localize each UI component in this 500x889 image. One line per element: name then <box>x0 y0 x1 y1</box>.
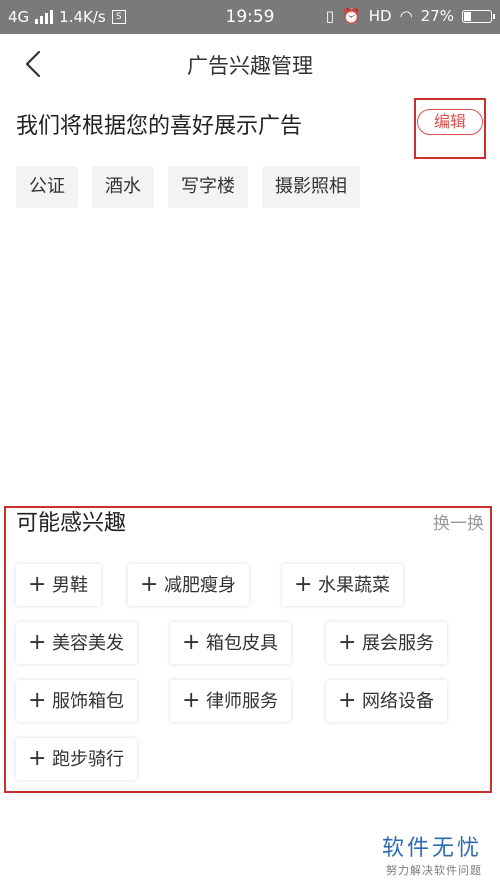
plus-icon: + <box>338 630 357 655</box>
chip-label: 水果蔬菜 <box>318 575 390 596</box>
watermark-subtitle: 努力解决软件问题 <box>386 864 482 877</box>
suggestion-chip[interactable]: + 跑步骑行 <box>16 738 137 780</box>
chip-label: 箱包皮具 <box>206 633 278 654</box>
nav-bar: 广告兴趣管理 <box>0 34 500 94</box>
chip-label: 减肥瘦身 <box>164 575 236 596</box>
chip-label: 律师服务 <box>206 691 278 712</box>
wifi-icon: ◠ <box>399 7 413 25</box>
page-title: 广告兴趣管理 <box>187 54 313 78</box>
suggestion-chip[interactable]: + 男鞋 <box>16 564 101 606</box>
refresh-button[interactable]: 换一换 <box>433 509 484 534</box>
chip-label: 男鞋 <box>52 575 88 596</box>
chip-label: 服饰箱包 <box>52 691 124 712</box>
watermark-title: 软件无忧 <box>381 836 482 861</box>
interests-headline: 我们将根据您的喜好展示广告 <box>16 114 303 139</box>
battery-percent: 27% <box>420 7 454 25</box>
suggestion-chip[interactable]: + 减肥瘦身 <box>128 564 249 606</box>
plus-icon: + <box>28 688 47 713</box>
suggestion-chip[interactable]: + 展会服务 <box>326 622 447 664</box>
suggestion-chip[interactable]: + 律师服务 <box>170 680 291 722</box>
plus-icon: + <box>294 572 313 597</box>
vibrate-icon: ▯ <box>325 7 335 25</box>
watermark: 软件无忧 努力解决软件问题 <box>382 830 482 878</box>
chip-label: 网络设备 <box>362 691 434 712</box>
interest-tag: 摄影照相 <box>262 166 360 208</box>
interest-tag: 公证 <box>16 166 78 208</box>
chip-label: 展会服务 <box>362 633 434 654</box>
interest-tag: 写字楼 <box>168 166 248 208</box>
plus-icon: + <box>182 630 201 655</box>
hd-label: HD <box>368 7 392 25</box>
suggestions-title: 可能感兴趣 <box>16 511 127 536</box>
plus-icon: + <box>338 688 357 713</box>
plus-icon: + <box>28 746 47 771</box>
suggestion-chip[interactable]: + 箱包皮具 <box>170 622 291 664</box>
battery-icon <box>462 9 495 23</box>
interest-tag-list: 公证 酒水 写字楼 摄影照相 <box>16 166 360 208</box>
edit-highlight-box <box>414 98 486 159</box>
alarm-icon: ⏰ <box>342 7 361 25</box>
plus-icon: + <box>28 630 47 655</box>
interest-tag: 酒水 <box>92 166 154 208</box>
chip-label: 美容美发 <box>52 633 124 654</box>
chip-label: 跑步骑行 <box>52 749 124 770</box>
suggestion-chip[interactable]: + 美容美发 <box>16 622 137 664</box>
suggestion-chip[interactable]: + 网络设备 <box>326 680 447 722</box>
plus-icon: + <box>28 572 47 597</box>
suggestion-chip[interactable]: + 水果蔬菜 <box>282 564 403 606</box>
suggestion-chip[interactable]: + 服饰箱包 <box>16 680 137 722</box>
status-bar: 4G 1.4K/s S 19:59 ▯ ⏰ HD ◠ 27% <box>0 0 500 34</box>
plus-icon: + <box>140 572 159 597</box>
plus-icon: + <box>182 688 201 713</box>
